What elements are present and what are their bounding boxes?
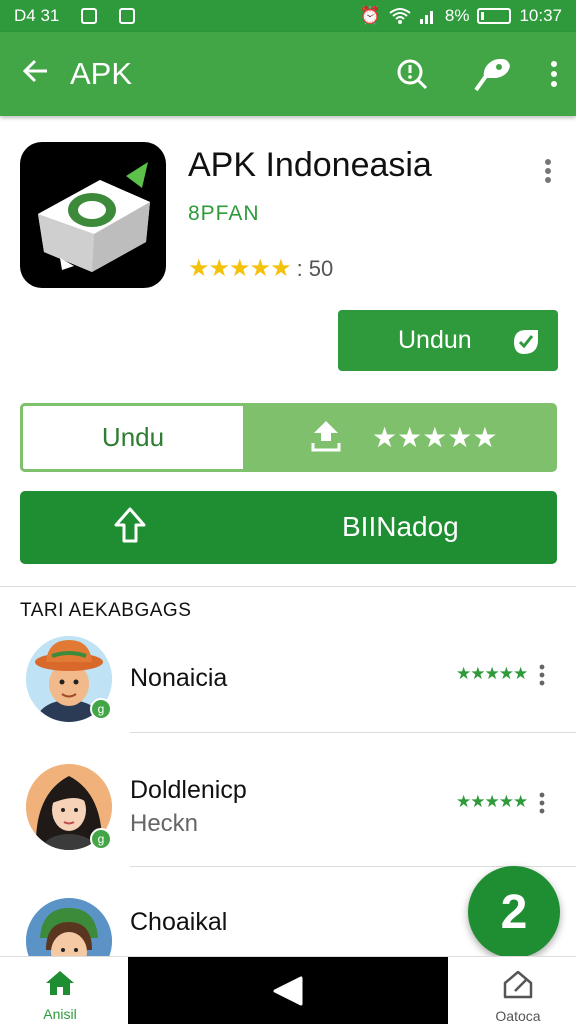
split-right-button[interactable]: ★★★★★ (246, 403, 557, 472)
pin-icon[interactable] (452, 56, 532, 92)
signal-icon (419, 11, 433, 24)
rating-stars: ★★★★★ (188, 255, 292, 282)
clock: 10:37 (519, 6, 562, 25)
review-item[interactable]: g Doldlenicp Heckn ★★★★★ (0, 760, 576, 890)
review-stars: ★★★★★ (456, 664, 528, 683)
home-icon (46, 971, 74, 995)
nav-edit-label: Oatoca (495, 1008, 541, 1024)
review-more-icon[interactable] (538, 664, 554, 691)
notification-icon (81, 8, 98, 24)
app-icon (20, 142, 166, 288)
review-name: Choaikal (130, 908, 228, 936)
install-button[interactable]: Undun (338, 310, 558, 371)
rating-value: : 50 (296, 255, 334, 281)
alarm-icon: ⏰ (359, 6, 381, 25)
big-action-label: BIINadog (342, 511, 459, 542)
edit-home-icon (503, 970, 533, 999)
big-action-button[interactable]: BIINadog (20, 491, 557, 564)
split-left-label: Undu (101, 422, 165, 452)
upload-arrow-icon (112, 505, 148, 554)
app-name: APK Indoneasia (188, 146, 432, 184)
nav-edit[interactable]: Oatoca (476, 969, 560, 1024)
back-nav-icon (273, 976, 303, 1006)
review-more-icon[interactable] (538, 792, 554, 819)
split-stars: ★★★★★ (372, 422, 498, 453)
review-name: Doldlenicp (130, 776, 247, 804)
notification-icon-2 (119, 8, 136, 24)
app-bar: APK (0, 32, 576, 116)
upload-icon (310, 417, 342, 458)
install-button-label: Undun (398, 326, 472, 354)
review-name: Nonaicia (130, 664, 228, 692)
bottom-nav: Anisil Oatoca (0, 956, 576, 1024)
back-arrow-icon[interactable] (0, 55, 70, 94)
app-rating: ★★★★★ : 50 (188, 254, 333, 283)
split-left-button[interactable]: Undu (20, 403, 246, 472)
divider (130, 732, 576, 733)
battery-icon (477, 8, 512, 24)
split-action-row: Undu ★★★★★ (20, 403, 557, 472)
app-developer[interactable]: 8PFAN (188, 202, 260, 226)
status-left-text: D4 31 (14, 6, 60, 25)
app-bar-title: APK (70, 56, 133, 91)
user-badge-icon: g (90, 828, 112, 850)
section-title: TARI AEKABGAGS (20, 600, 192, 621)
review-item[interactable]: g Nonaicia ★★★★★ (0, 630, 576, 760)
wifi-icon (389, 8, 411, 24)
nav-center-panel[interactable] (128, 957, 448, 1024)
user-badge-icon: g (90, 698, 112, 720)
status-bar: D4 31 ⏰ 8% 10:37 (0, 0, 576, 32)
app-more-icon[interactable] (536, 158, 560, 184)
nav-home[interactable]: Anisil (20, 969, 100, 1022)
review-subtitle: Heckn (130, 810, 199, 837)
fab-button[interactable]: 2 (468, 866, 560, 958)
more-vert-icon[interactable] (532, 60, 576, 88)
fab-label: 2 (500, 885, 528, 939)
search-info-icon[interactable] (372, 57, 452, 91)
review-stars: ★★★★★ (456, 792, 528, 811)
nav-home-label: Anisil (43, 1006, 77, 1022)
leaf-check-icon (510, 326, 540, 363)
divider (0, 586, 576, 587)
avatar (26, 898, 112, 956)
battery-percent: 8% (444, 6, 470, 25)
